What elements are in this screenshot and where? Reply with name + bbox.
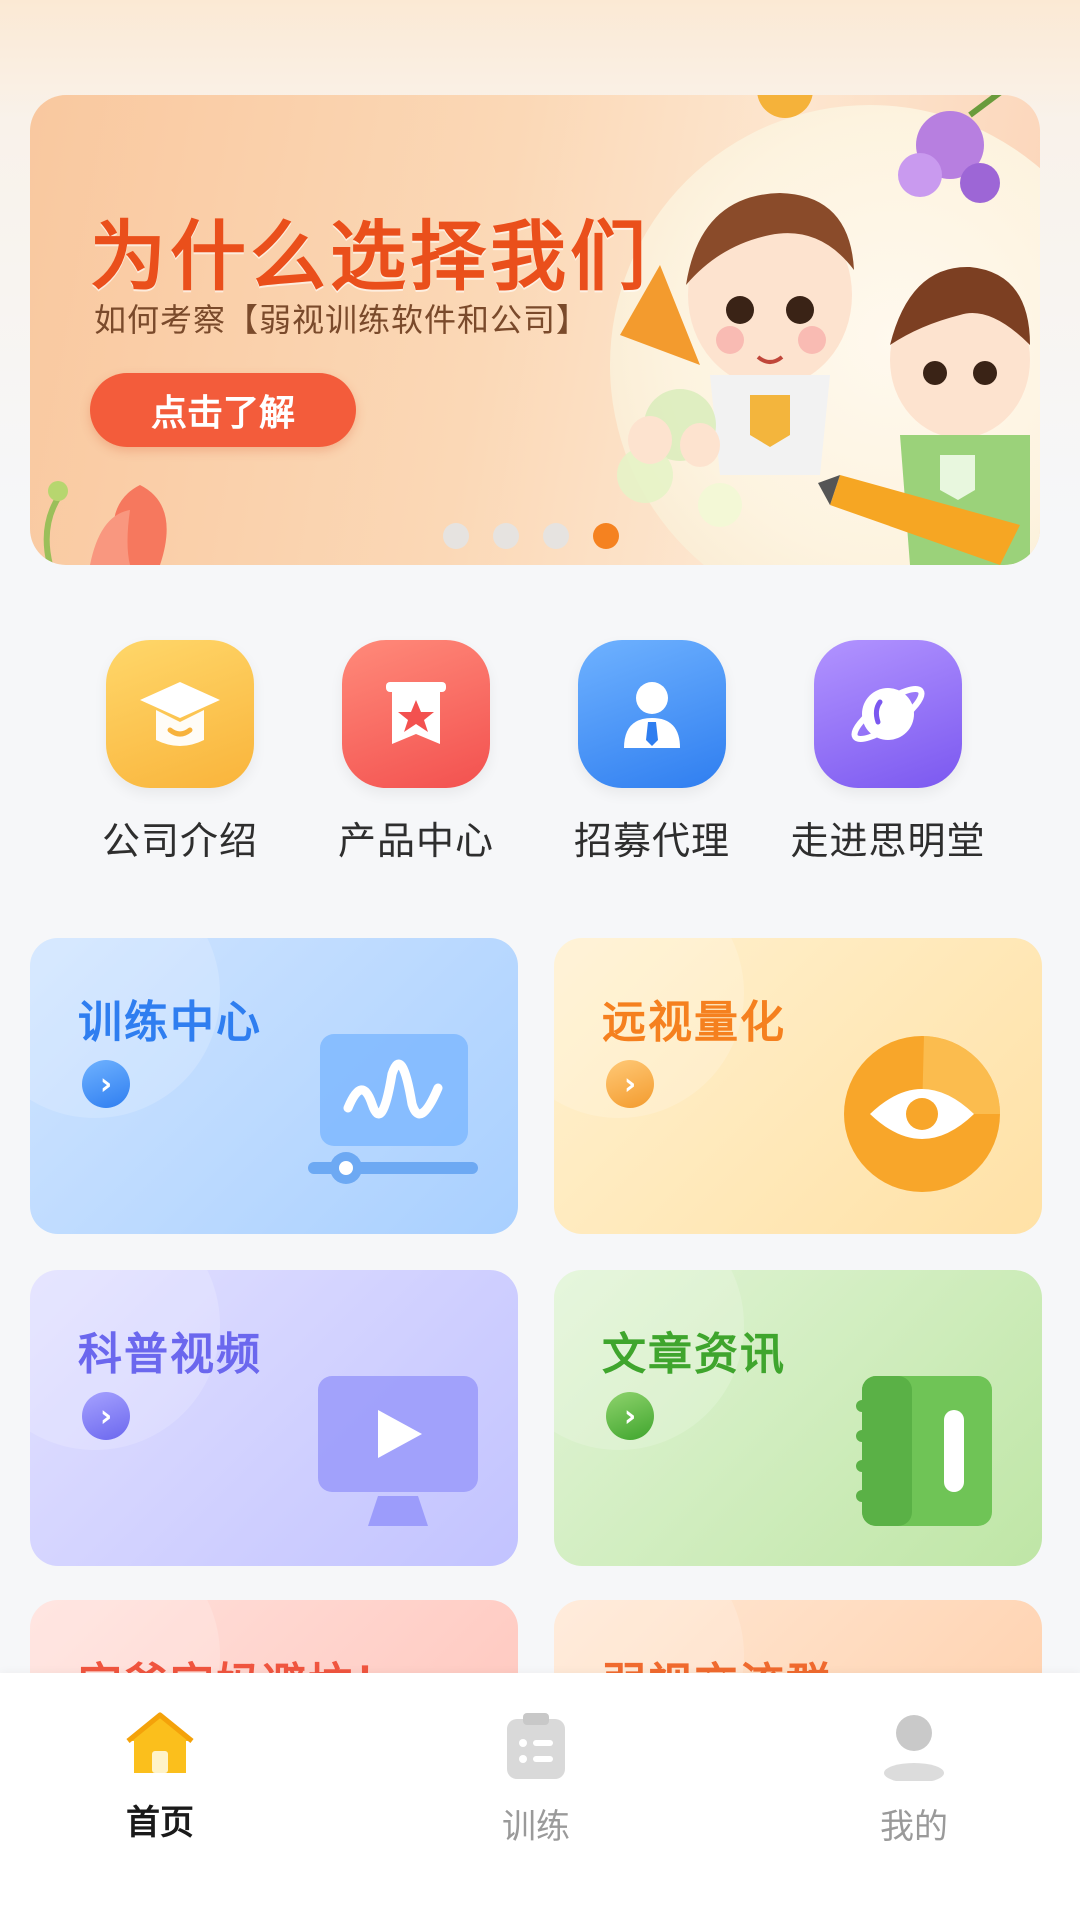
graduation-cap-icon [106,640,254,788]
banner-subtitle: 如何考察【弱视训练软件和公司】 [94,301,590,339]
waveform-monitor-icon [308,1034,478,1184]
learn-more-button[interactable]: 点击了解 [90,373,356,447]
chevron-right-icon[interactable]: › [82,1392,130,1440]
quick-entry-grid: 公司介绍 产品中心 招募代理 走进思明堂 [0,640,1080,870]
star-badge-icon [342,640,490,788]
eye-icon [844,1036,1000,1192]
video-play-icon [318,1376,478,1526]
chevron-right-icon[interactable]: › [82,1060,130,1108]
notebook-icon [856,1376,992,1526]
nav-label: 首页 [126,1803,194,1843]
home-icon [126,1712,194,1773]
nav-label: 训练 [502,1807,570,1847]
carousel-dot[interactable] [493,523,519,549]
quick-entry-visit-siming[interactable]: 走进思明堂 [778,640,998,865]
bottom-navigation: 首页 训练 我的 [0,1673,1080,1920]
card-training-center[interactable]: 训练中心 › [30,938,518,1234]
quick-entry-recruit-agents[interactable]: 招募代理 [542,640,762,865]
tulip-decoration [43,481,167,565]
card-articles[interactable]: 文章资讯 › [554,1270,1042,1566]
card-hyperopia-quantify[interactable]: 远视量化 › [554,938,1042,1234]
card-science-videos[interactable]: 科普视频 › [30,1270,518,1566]
nav-item-training[interactable]: 训练 [436,1711,636,1848]
quick-entry-label: 走进思明堂 [790,819,986,863]
carousel-indicator[interactable] [443,523,619,549]
chevron-right-icon[interactable]: › [606,1392,654,1440]
clipboard-icon [507,1713,565,1779]
carousel-dot[interactable] [443,523,469,549]
card-title: 文章资讯 [602,1329,786,1380]
chevron-right-icon[interactable]: › [606,1060,654,1108]
quick-entry-product-center[interactable]: 产品中心 [306,640,526,865]
quick-entry-company-intro[interactable]: 公司介绍 [70,640,290,865]
banner-title: 为什么选择我们 [90,212,650,301]
user-icon [884,1715,944,1783]
person-icon [578,640,726,788]
quick-entry-label: 招募代理 [573,819,730,863]
card-title: 训练中心 [78,997,262,1048]
nav-item-home[interactable]: 首页 [60,1711,260,1844]
card-title: 远视量化 [602,997,786,1048]
carousel-dot[interactable] [543,523,569,549]
planet-icon [814,640,962,788]
carousel-dot-active[interactable] [593,523,619,549]
nav-item-profile[interactable]: 我的 [814,1711,1014,1848]
promo-banner[interactable]: 为什么选择我们 如何考察【弱视训练软件和公司】 点击了解 [30,95,1040,565]
cartoon-children-illustration [617,95,1030,565]
quick-entry-label: 公司介绍 [101,819,258,863]
quick-entry-label: 产品中心 [337,819,494,863]
nav-label: 我的 [880,1807,948,1847]
card-title: 科普视频 [78,1329,262,1380]
